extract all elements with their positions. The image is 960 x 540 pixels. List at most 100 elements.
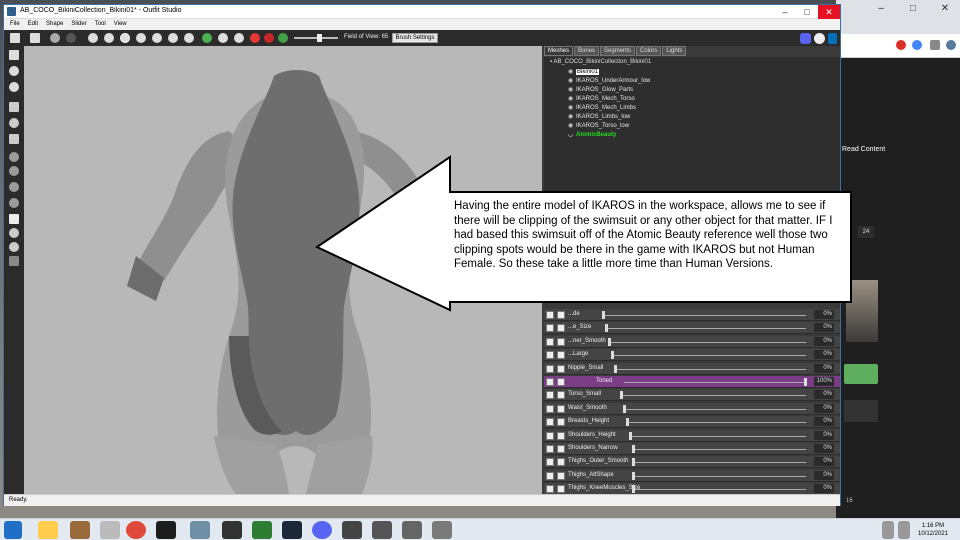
- slider-edit-icon[interactable]: [546, 471, 554, 480]
- slider-value-field[interactable]: 0%: [814, 350, 834, 360]
- app-icon-13[interactable]: [402, 521, 422, 539]
- circle-tool-4-icon[interactable]: [9, 198, 19, 208]
- red-tool-icon[interactable]: [250, 33, 260, 43]
- slider-edit-icon[interactable]: [546, 431, 554, 440]
- slider-row[interactable]: Nipple_Small 0%: [544, 362, 840, 375]
- slider-track[interactable]: [625, 408, 806, 410]
- slider-edit-icon[interactable]: [546, 337, 554, 346]
- fov-slider-track[interactable]: [294, 37, 338, 39]
- slider-track[interactable]: [634, 475, 806, 477]
- app-icon-14[interactable]: [432, 521, 452, 539]
- slider-knob[interactable]: [614, 364, 617, 373]
- slider-row[interactable]: Torso_Small 0%: [544, 389, 840, 402]
- weight-brush-icon[interactable]: [202, 33, 212, 43]
- green-button[interactable]: [844, 364, 878, 384]
- slider-checkbox[interactable]: [557, 378, 565, 386]
- mesh-item[interactable]: ◉ IKAROS_UnderArmour_low: [568, 77, 650, 84]
- pencil-icon[interactable]: [9, 228, 19, 238]
- minimize-icon[interactable]: –: [870, 2, 892, 16]
- number-field[interactable]: 24: [858, 226, 874, 238]
- slider-edit-icon[interactable]: [546, 364, 554, 373]
- slider-track[interactable]: [610, 341, 806, 343]
- pin-icon[interactable]: [9, 66, 19, 76]
- eraser-icon[interactable]: [184, 33, 194, 43]
- app-icon-5[interactable]: [156, 521, 176, 539]
- file-explorer-icon[interactable]: [38, 521, 58, 539]
- redo-icon[interactable]: [66, 33, 76, 43]
- circle-tool-2-icon[interactable]: [9, 166, 19, 176]
- slider-row[interactable]: Shoulders_Narrow 0%: [544, 443, 840, 455]
- light-icon[interactable]: [9, 242, 19, 252]
- visibility-eye-icon[interactable]: ◉: [568, 113, 574, 120]
- mesh-item[interactable]: ◉ IKAROS_Glow_Parts: [568, 86, 633, 93]
- slider-knob[interactable]: [620, 391, 623, 400]
- texture-toggle-icon[interactable]: [9, 214, 19, 224]
- slider-edit-icon[interactable]: [546, 458, 554, 467]
- slider-knob[interactable]: [623, 404, 626, 413]
- visibility-eye-icon[interactable]: ◉: [568, 104, 574, 111]
- activity-menu[interactable]: ACTIVITY ▾: [846, 42, 883, 50]
- slider-knob[interactable]: [605, 324, 608, 333]
- brush-move-icon[interactable]: [136, 33, 146, 43]
- slider-value-field[interactable]: 0%: [814, 457, 834, 467]
- tab-bones[interactable]: Bones: [574, 46, 600, 56]
- slider-value-field[interactable]: 0%: [814, 430, 834, 440]
- slider-row[interactable]: ...de 0%: [544, 309, 840, 321]
- thumbnail-image[interactable]: [846, 280, 878, 342]
- mesh-item[interactable]: ◉ IKAROS_Torso_low: [568, 122, 629, 129]
- pointer-icon[interactable]: [9, 82, 19, 92]
- slider-checkbox[interactable]: [557, 351, 565, 360]
- fov-slider-knob[interactable]: [317, 34, 322, 42]
- slider-row[interactable]: ...Large 0%: [544, 349, 840, 362]
- slider-row[interactable]: ...e_Size 0%: [544, 322, 840, 335]
- brush-deflate-icon[interactable]: [120, 33, 130, 43]
- slider-track[interactable]: [631, 435, 806, 437]
- slider-value-field[interactable]: 0%: [814, 310, 834, 319]
- mesh-view-icon[interactable]: [9, 102, 19, 112]
- slider-track[interactable]: [616, 368, 806, 370]
- slider-edit-icon[interactable]: [546, 485, 554, 494]
- tray-network-icon[interactable]: [882, 521, 894, 539]
- menu-shape[interactable]: Shape: [46, 19, 63, 29]
- tree-root[interactable]: ▪ AB_COCO_BikiniCollection_Bikini01: [550, 59, 651, 65]
- visibility-eye-icon[interactable]: ◉: [568, 86, 574, 93]
- start-button[interactable]: [4, 521, 22, 539]
- slider-track[interactable]: [634, 462, 806, 464]
- menu-view[interactable]: View: [114, 19, 127, 29]
- slider-value-field[interactable]: 0%: [814, 403, 834, 413]
- menu-edit[interactable]: Edit: [28, 19, 38, 29]
- clock[interactable]: 1:16 PM 10/12/2021: [918, 522, 948, 538]
- slider-edit-icon[interactable]: [546, 378, 554, 386]
- close-button[interactable]: ✕: [818, 5, 840, 19]
- app-icon-11[interactable]: [342, 521, 362, 539]
- slider-edit-icon[interactable]: [546, 311, 554, 319]
- visibility-eye-icon[interactable]: ◉: [568, 122, 574, 129]
- slider-value-field[interactable]: 100%: [814, 377, 834, 386]
- slider-track[interactable]: [613, 355, 806, 357]
- slider-knob[interactable]: [611, 351, 614, 360]
- slider-checkbox[interactable]: [557, 311, 565, 319]
- slider-row[interactable]: ...ner_Smooth 0%: [544, 335, 840, 348]
- green-tool-icon[interactable]: [278, 33, 288, 43]
- slider-checkbox[interactable]: [557, 404, 565, 413]
- slider-checkbox[interactable]: [557, 485, 565, 494]
- slider-edit-icon[interactable]: [546, 391, 554, 400]
- slider-track[interactable]: [624, 382, 806, 383]
- slider-row[interactable]: Thighs_AltShape 0%: [544, 469, 840, 482]
- slider-track[interactable]: [628, 422, 806, 424]
- slider-value-field[interactable]: 0%: [814, 444, 834, 453]
- visibility-eye-icon[interactable]: ◉: [568, 77, 574, 84]
- collision-icon[interactable]: [264, 33, 274, 43]
- menu-tool[interactable]: Tool: [95, 19, 106, 29]
- app-icon-6[interactable]: [190, 521, 210, 539]
- slider-knob[interactable]: [602, 311, 605, 319]
- slider-row[interactable]: Breasts_Height 0%: [544, 416, 840, 429]
- github-icon[interactable]: [814, 33, 825, 44]
- slider-knob[interactable]: [804, 378, 807, 386]
- slider-edit-icon[interactable]: [546, 324, 554, 333]
- paypal-icon[interactable]: [828, 33, 837, 44]
- select-icon[interactable]: [9, 50, 19, 60]
- menu-slider[interactable]: Slider: [71, 19, 86, 29]
- slider-checkbox[interactable]: [557, 364, 565, 373]
- slider-row[interactable]: Thighs_Outer_Smooth 0%: [544, 456, 840, 469]
